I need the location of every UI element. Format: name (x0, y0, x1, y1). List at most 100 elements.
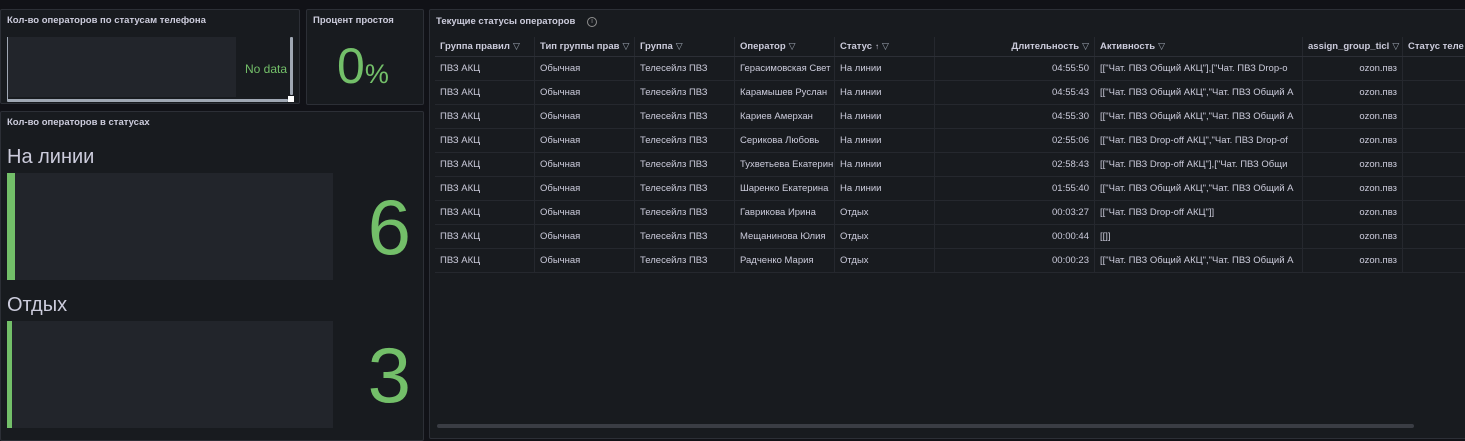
column-header[interactable]: Статус теле (1403, 37, 1465, 56)
column-header[interactable]: Оператор ▽ (735, 37, 835, 56)
plot-area (7, 37, 236, 97)
idle-percent-value: 0% (337, 36, 389, 96)
y-axis (7, 37, 8, 100)
info-icon[interactable]: i (587, 17, 597, 27)
column-header[interactable]: Группа правил ▽ (435, 37, 535, 56)
column-header-label: Тип группы прав (540, 41, 620, 52)
table-cell: Телесейлз ПВЗ (635, 201, 735, 224)
table-cell (1403, 201, 1465, 224)
table-cell: Гаврикова Ирина (735, 201, 835, 224)
idle-percent-panel: Процент простоя 0% (306, 9, 424, 105)
table-row[interactable]: ПВЗ АКЦ Обычная Телесейлз ПВЗ Радченко Мари… (435, 249, 1465, 273)
table-cell: ПВЗ АКЦ (435, 249, 535, 272)
table-cell: ozon.пвз (1303, 225, 1403, 248)
table-cell: ozon.пвз (1303, 81, 1403, 104)
panel-title: Кол-во операторов по статусам телефона (7, 15, 206, 26)
table-cell: Обычная (535, 57, 635, 80)
panel-title: Кол-во операторов в статусах (7, 117, 150, 128)
table-cell (1403, 153, 1465, 176)
table-cell: [["Чат. ПВЗ Общий АКЦ","Чат. ПВЗ Общий А (1095, 105, 1303, 128)
table-cell: [["Чат. ПВЗ Drop-off АКЦ"],["Чат. ПВЗ Об… (1095, 153, 1303, 176)
horizontal-scrollbar[interactable] (7, 99, 288, 102)
table-cell: На линии (835, 129, 935, 152)
sort-ascending-icon[interactable]: ↑ (875, 42, 879, 51)
table-cell: 02:58:43 (935, 153, 1095, 176)
table-row[interactable]: ПВЗ АКЦ Обычная Телесейлз ПВЗ Кариев Амерха… (435, 105, 1465, 129)
filter-icon[interactable]: ▽ (882, 37, 889, 56)
table-cell: Обычная (535, 105, 635, 128)
table-cell: Обычная (535, 153, 635, 176)
table-header: Группа правил ▽ Тип группы прав ▽ Группа ▽ Опе… (435, 37, 1465, 57)
table-cell: ПВЗ АКЦ (435, 81, 535, 104)
column-header[interactable]: Статус ↑ ▽ (835, 37, 935, 56)
table-cell: 04:55:30 (935, 105, 1095, 128)
filter-icon[interactable]: ▽ (1082, 37, 1089, 56)
table-cell: ozon.пвз (1303, 201, 1403, 224)
panel-title: Текущие статусы операторов (436, 16, 576, 27)
stat-value: 6 (367, 183, 411, 271)
table-cell: На линии (835, 153, 935, 176)
table-cell: [["Чат. ПВЗ Общий АКЦ","Чат. ПВЗ Общий А (1095, 249, 1303, 272)
column-header[interactable]: assign_group_ticl ▽ (1303, 37, 1403, 56)
table-cell: Телесейлз ПВЗ (635, 249, 735, 272)
table-cell: Обычная (535, 177, 635, 200)
filter-icon[interactable]: ▽ (1392, 37, 1399, 56)
column-header[interactable]: Тип группы прав ▽ (535, 37, 635, 56)
table-cell: ozon.пвз (1303, 177, 1403, 200)
table-cell (1403, 249, 1465, 272)
table-row[interactable]: ПВЗ АКЦ Обычная Телесейлз ПВЗ Серикова Любо… (435, 129, 1465, 153)
table-cell: Телесейлз ПВЗ (635, 225, 735, 248)
phone-status-panel: Кол-во операторов по статусам телефона N… (0, 9, 300, 104)
table-row[interactable]: ПВЗ АКЦ Обычная Телесейлз ПВЗ Гаврикова Ири… (435, 201, 1465, 225)
filter-icon[interactable]: ▽ (789, 37, 796, 56)
table-cell: Обычная (535, 249, 635, 272)
table-cell: 01:55:40 (935, 177, 1095, 200)
stat-bar-fill (7, 173, 15, 280)
table-cell: На линии (835, 81, 935, 104)
table-cell: [["Чат. ПВЗ Общий АКЦ","Чат. ПВЗ Общий А (1095, 177, 1303, 200)
table-cell: Телесейлз ПВЗ (635, 177, 735, 200)
stat-bar (7, 321, 333, 428)
table-cell: На линии (835, 105, 935, 128)
column-header[interactable]: Активность ▽ (1095, 37, 1303, 56)
column-header-label: Статус теле (1408, 41, 1464, 52)
stat-bar-fill (7, 321, 12, 428)
table-cell: [["Чат. ПВЗ Drop-off АКЦ","Чат. ПВЗ Drop… (1095, 129, 1303, 152)
stat-label: Отдых (7, 294, 68, 316)
table-cell: Обычная (535, 129, 635, 152)
filter-icon[interactable]: ▽ (622, 37, 629, 56)
column-header-label: Статус (840, 41, 873, 52)
table-cell: Обычная (535, 81, 635, 104)
table-cell: Кариев Амерхан (735, 105, 835, 128)
table-row[interactable]: ПВЗ АКЦ Обычная Телесейлз ПВЗ Мещанинова Юл… (435, 225, 1465, 249)
table-row[interactable]: ПВЗ АКЦ Обычная Телесейлз ПВЗ Герасимовская… (435, 57, 1465, 81)
horizontal-scrollbar[interactable] (437, 424, 1414, 428)
column-header-label: Группа правил (440, 41, 510, 52)
table-cell (1403, 177, 1465, 200)
table-row[interactable]: ПВЗ АКЦ Обычная Телесейлз ПВЗ Карамышев Рус… (435, 81, 1465, 105)
vertical-scrollbar[interactable] (290, 37, 293, 95)
column-header[interactable]: Группа ▽ (635, 37, 735, 56)
table-row[interactable]: ПВЗ АКЦ Обычная Телесейлз ПВЗ Шаренко Екате… (435, 177, 1465, 201)
table-cell: Герасимовская Свет (735, 57, 835, 80)
table-cell (1403, 57, 1465, 80)
column-header-label: assign_group_ticl (1308, 41, 1390, 52)
column-header[interactable]: Длительность ▽ (935, 37, 1095, 56)
table-cell: Телесейлз ПВЗ (635, 129, 735, 152)
table-cell: На линии (835, 177, 935, 200)
resize-handle[interactable] (288, 96, 294, 102)
table-cell: Отдых (835, 201, 935, 224)
table-cell: 04:55:50 (935, 57, 1095, 80)
filter-icon[interactable]: ▽ (676, 37, 683, 56)
table-cell: ozon.пвз (1303, 249, 1403, 272)
stat-unit: % (364, 59, 389, 89)
table-cell: Отдых (835, 225, 935, 248)
stat-rest: Отдых 3 (1, 292, 423, 432)
table-cell (1403, 225, 1465, 248)
filter-icon[interactable]: ▽ (513, 37, 520, 56)
column-header-label: Оператор (740, 41, 786, 52)
table-cell: Тухветьева Екатерин (735, 153, 835, 176)
table-row[interactable]: ПВЗ АКЦ Обычная Телесейлз ПВЗ Тухветьева Ек… (435, 153, 1465, 177)
filter-icon[interactable]: ▽ (1158, 37, 1165, 56)
table-cell: ПВЗ АКЦ (435, 105, 535, 128)
